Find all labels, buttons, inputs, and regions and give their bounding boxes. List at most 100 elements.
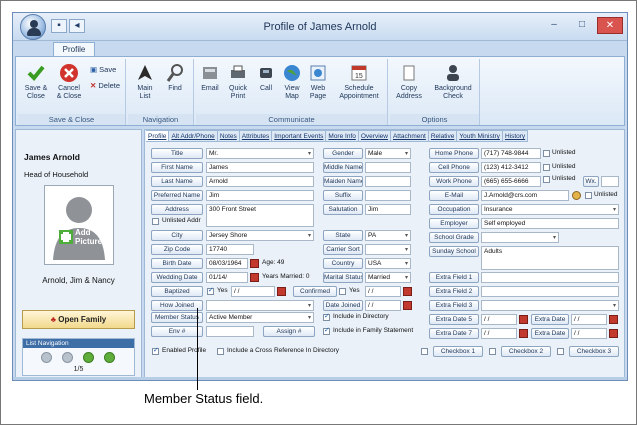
cell-phone-button[interactable]: Cell Phone (429, 162, 479, 173)
work-phone-button[interactable]: Work Phone (429, 176, 479, 187)
zip-code-label-button[interactable]: Zip Code (151, 244, 203, 255)
home-phone-field[interactable]: (717) 748-9844 (481, 148, 541, 159)
salutation-field[interactable]: Jim (365, 204, 411, 215)
middle-name-field[interactable] (365, 162, 411, 173)
extra-field-1[interactable] (481, 272, 619, 283)
employer-button[interactable]: Employer (429, 218, 479, 229)
extra-date-7-field[interactable]: / / (481, 328, 517, 339)
marital-status-select[interactable]: Married (365, 272, 411, 283)
email-field[interactable]: J.Arnold@crs.com (481, 190, 569, 201)
extra-field-2[interactable] (481, 286, 619, 297)
work-phone-unlisted-checkbox[interactable] (543, 176, 550, 183)
how-joined-select[interactable] (206, 300, 314, 311)
web-page-button[interactable]: Web Page (306, 63, 330, 101)
zip-code-field[interactable]: 17740 (206, 244, 254, 255)
city-select[interactable]: Jersey Shore (206, 230, 314, 241)
extra-date-6-calendar-icon[interactable] (609, 315, 618, 324)
next-record-icon[interactable] (83, 352, 94, 363)
subtab-history[interactable]: History (502, 130, 529, 142)
title-label-button[interactable]: Title (151, 148, 203, 159)
wedding-date-calendar-icon[interactable] (250, 273, 259, 282)
work-phone-field[interactable]: (665) 655-6666 (481, 176, 541, 187)
sunday-school-field[interactable]: Adults (481, 246, 619, 270)
cell-phone-field[interactable]: (123) 412-3412 (481, 162, 541, 173)
baptized-date-field[interactable]: / / (231, 286, 275, 297)
carrier-sort-select[interactable] (365, 244, 411, 255)
employer-field[interactable]: Self employed (481, 218, 619, 229)
env-number-field[interactable] (206, 326, 254, 337)
confirmed-calendar-icon[interactable] (403, 287, 412, 296)
cell-phone-unlisted-checkbox[interactable] (543, 164, 550, 171)
gender-select[interactable]: Male (365, 148, 411, 159)
subtab-profile[interactable]: Profile (146, 130, 170, 142)
school-grade-select[interactable] (481, 232, 559, 243)
subtab-more-info[interactable]: More Info (326, 130, 359, 142)
country-select[interactable]: USA (365, 258, 411, 269)
first-name-field[interactable]: James (206, 162, 314, 173)
close-button[interactable]: ✕ (597, 17, 623, 34)
date-joined-field[interactable]: / / (365, 300, 401, 311)
confirmed-date-field[interactable]: / / (365, 286, 401, 297)
baptized-yes-checkbox[interactable] (207, 286, 214, 295)
cross-reference-checkbox[interactable] (217, 348, 224, 355)
email-address-button[interactable]: E-Mail (429, 190, 479, 201)
preferred-name-field[interactable]: Jim (206, 190, 314, 201)
date-joined-calendar-icon[interactable] (403, 301, 412, 310)
subtab-relative[interactable]: Relative (428, 130, 458, 142)
occupation-select[interactable]: Insurance (481, 204, 619, 215)
extra-date-6-field[interactable]: / / (571, 314, 607, 325)
checkbox-2[interactable] (489, 348, 496, 355)
extra-date-8-field[interactable]: / / (571, 328, 607, 339)
birth-date-field[interactable]: 08/03/1964 (206, 258, 248, 269)
title-select[interactable]: Mr. (206, 148, 314, 159)
subtab-overview[interactable]: Overview (358, 130, 391, 142)
main-list-button[interactable]: Main List (132, 63, 158, 101)
suffix-field[interactable] (365, 190, 411, 201)
subtab-youth-ministry[interactable]: Youth Ministry (457, 130, 503, 142)
extra-date-5-field[interactable]: / / (481, 314, 517, 325)
city-label-button[interactable]: City (151, 230, 203, 241)
subtab-notes[interactable]: Notes (217, 130, 240, 142)
extra-date-8-calendar-icon[interactable] (609, 329, 618, 338)
home-phone-button[interactable]: Home Phone (429, 148, 479, 159)
extra-date-7-calendar-icon[interactable] (519, 329, 528, 338)
view-map-button[interactable]: View Map (280, 63, 304, 101)
occupation-button[interactable]: Occupation (429, 204, 479, 215)
call-button[interactable]: Call (254, 63, 278, 93)
subtab-attributes[interactable]: Attributes (239, 130, 273, 142)
enabled-profile-checkbox[interactable] (152, 346, 159, 355)
add-picture-button[interactable]: Add Picture (44, 185, 114, 265)
checkbox-1[interactable] (421, 348, 428, 355)
cancel-close-button[interactable]: Cancel & Close (54, 63, 84, 101)
birth-date-calendar-icon[interactable] (250, 259, 259, 268)
work-extension-field[interactable] (601, 176, 619, 187)
home-phone-unlisted-checkbox[interactable] (543, 150, 550, 157)
last-record-icon[interactable] (104, 352, 115, 363)
copy-address-button[interactable]: Copy Address (394, 63, 424, 101)
last-name-field[interactable]: Arnold (206, 176, 314, 187)
first-record-icon[interactable] (41, 352, 52, 363)
subtab-attachment[interactable]: Attachment (390, 130, 429, 142)
include-directory-checkbox[interactable] (323, 312, 330, 321)
member-status-select[interactable]: Active Member (206, 312, 314, 323)
send-email-icon[interactable] (572, 191, 581, 200)
address-button[interactable]: Address (151, 204, 203, 215)
extra-field-3-select[interactable] (481, 300, 619, 311)
minimize-button[interactable]: – (541, 17, 567, 34)
subtab-important-events[interactable]: Important Events (272, 130, 327, 142)
unlisted-addr-checkbox[interactable] (152, 218, 159, 225)
find-button[interactable]: Find (162, 63, 188, 93)
save-close-button[interactable]: Save & Close (21, 63, 51, 101)
address-field[interactable]: 300 Front Street (206, 204, 314, 227)
state-label-button[interactable]: State (323, 230, 363, 241)
open-family-button[interactable]: ♣ Open Family (22, 310, 135, 329)
extra-date-5-calendar-icon[interactable] (519, 315, 528, 324)
assign-number-button[interactable]: Assign # (263, 326, 315, 337)
delete-button[interactable]: ✕ Delete (90, 81, 120, 91)
checkbox-3[interactable] (557, 348, 564, 355)
email-unlisted-checkbox[interactable] (585, 192, 592, 199)
maximize-button[interactable]: □ (569, 17, 595, 34)
background-check-button[interactable]: Background Check (430, 63, 476, 101)
wedding-date-field[interactable]: 01/14/ (206, 272, 248, 283)
quick-print-button[interactable]: Quick Print (224, 63, 252, 101)
